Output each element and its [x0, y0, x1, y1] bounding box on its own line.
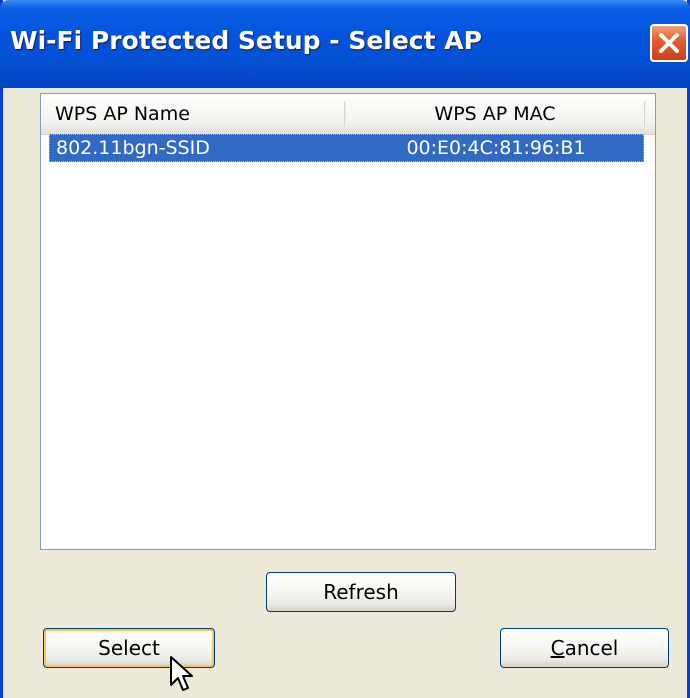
ap-name-cell: 802.11bgn-SSID — [56, 137, 210, 159]
mouse-pointer-icon — [170, 656, 193, 691]
wps-ap-list[interactable]: WPS AP Name WPS AP MAC 802.11bgn-SSID 00… — [40, 93, 656, 550]
title-bar: Wi-Fi Protected Setup - Select AP — [0, 0, 690, 88]
list-item[interactable]: 802.11bgn-SSID 00:E0:4C:81:96:B1 — [49, 134, 644, 162]
select-ap-dialog: Wi-Fi Protected Setup - Select AP WPS AP… — [0, 0, 690, 698]
cancel-button-label: Cancel — [550, 636, 619, 660]
window-title: Wi-Fi Protected Setup - Select AP — [10, 26, 482, 55]
cancel-button[interactable]: Cancel — [500, 628, 669, 668]
column-header-ap-name[interactable]: WPS AP Name — [55, 94, 343, 134]
ap-mac-cell: 00:E0:4C:81:96:B1 — [406, 137, 586, 159]
column-header-ap-mac[interactable]: WPS AP MAC — [345, 94, 645, 134]
close-icon — [659, 33, 679, 53]
list-header: WPS AP Name WPS AP MAC — [41, 94, 655, 135]
refresh-button[interactable]: Refresh — [266, 572, 456, 612]
close-button[interactable] — [650, 24, 688, 62]
column-divider[interactable] — [644, 101, 646, 127]
